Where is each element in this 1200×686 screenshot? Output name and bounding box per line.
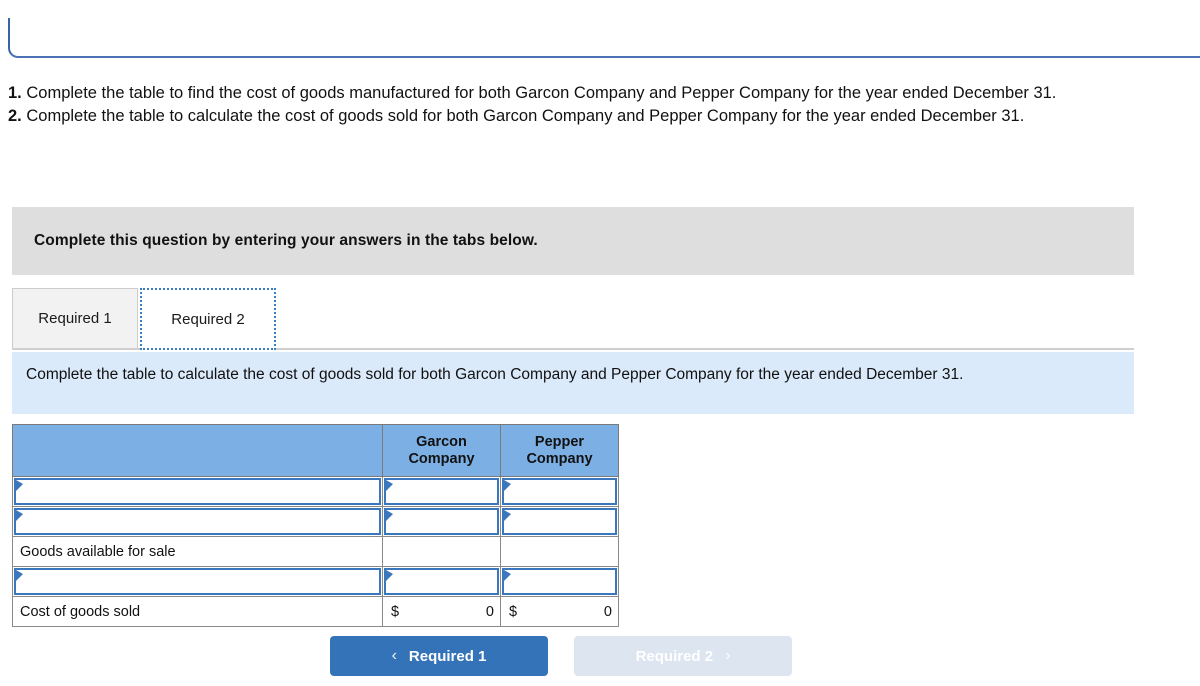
cost-of-goods-sold-label: Cost of goods sold (20, 603, 141, 620)
row3-garcon-value-wrap (383, 537, 500, 566)
row5-garcon-amount: 0 (485, 603, 494, 620)
tab-instruction-text: Complete the table to calculate the cost… (26, 366, 964, 383)
panel-bottom-rule (0, 0, 1200, 58)
requirements-list: 1. Complete the table to find the cost o… (8, 82, 1198, 128)
requirement-number-1: 1. (8, 84, 22, 102)
row5-garcon-cell: $ 0 (382, 596, 501, 627)
panel-border-curve (8, 18, 1200, 58)
table-row: Goods available for sale (12, 536, 619, 567)
wizard-navigation: ‹ Required 1 Required 2 › (0, 636, 1200, 678)
tab-required-2[interactable]: Required 2 (140, 288, 276, 350)
header-cell-garcon: Garcon Company (382, 424, 501, 477)
row5-garcon-currency: $ (391, 603, 400, 620)
dropdown-triangle-icon (504, 570, 511, 581)
row1-garcon-cell[interactable] (382, 476, 501, 507)
row3-label-cell: Goods available for sale (12, 536, 383, 567)
row4-pepper-dropdown[interactable] (502, 568, 617, 595)
tab-bar: Required 1 Required 2 (12, 288, 1134, 350)
row5-label-cell: Cost of goods sold (12, 596, 383, 627)
row2-pepper-cell[interactable] (500, 506, 619, 537)
row3-garcon-cell (382, 536, 501, 567)
row2-garcon-cell[interactable] (382, 506, 501, 537)
table-header-row: Garcon Company Pepper Company (12, 424, 619, 477)
worksheet-table: Garcon Company Pepper Company Goods avai… (12, 424, 619, 627)
row3-pepper-value-wrap (501, 537, 618, 566)
next-required-2-button[interactable]: Required 2 › (574, 636, 792, 676)
dropdown-triangle-icon (504, 480, 511, 491)
header-cell-blank (12, 424, 383, 477)
table-row: Cost of goods sold $ 0 $ 0 (12, 596, 619, 627)
row2-label-dropdown[interactable] (14, 508, 381, 535)
dropdown-triangle-icon (386, 570, 393, 581)
row2-pepper-dropdown[interactable] (502, 508, 617, 535)
requirement-item-2: 2. Complete the table to calculate the c… (8, 105, 1198, 128)
row5-garcon-total: $ 0 (383, 597, 500, 626)
row5-pepper-total: $ 0 (501, 597, 618, 626)
row5-pepper-currency: $ (509, 603, 518, 620)
next-required-2-label: Required 2 (635, 647, 714, 665)
table-row (12, 506, 619, 537)
row4-label-cell[interactable] (12, 566, 383, 597)
prev-required-1-button[interactable]: ‹ Required 1 (330, 636, 548, 676)
row1-pepper-dropdown[interactable] (502, 478, 617, 505)
row5-pepper-amount: 0 (603, 603, 612, 620)
tab-instruction-panel: Complete the table to calculate the cost… (12, 352, 1134, 414)
dropdown-triangle-icon (386, 480, 393, 491)
chevron-right-icon: › (725, 647, 731, 664)
row3-pepper-cell (500, 536, 619, 567)
table-row (12, 476, 619, 507)
dropdown-triangle-icon (504, 510, 511, 521)
row4-garcon-cell[interactable] (382, 566, 501, 597)
requirement-text-2: Complete the table to calculate the cost… (26, 107, 1025, 125)
requirement-item-1: 1. Complete the table to find the cost o… (8, 82, 1198, 105)
dropdown-triangle-icon (16, 480, 23, 491)
row2-garcon-dropdown[interactable] (384, 508, 499, 535)
row2-label-cell[interactable] (12, 506, 383, 537)
requirement-number-2: 2. (8, 107, 22, 125)
dropdown-triangle-icon (16, 570, 23, 581)
row5-pepper-cell: $ 0 (500, 596, 619, 627)
instruction-banner: Complete this question by entering your … (12, 207, 1134, 275)
prev-required-1-label: Required 1 (408, 647, 487, 665)
chevron-left-icon: ‹ (391, 647, 397, 664)
cost-of-goods-sold-worksheet: Garcon Company Pepper Company Goods avai… (12, 424, 619, 627)
dropdown-triangle-icon (16, 510, 23, 521)
row4-pepper-cell[interactable] (500, 566, 619, 597)
table-row (12, 566, 619, 597)
tab-required-2-label: Required 2 (171, 310, 245, 328)
row4-label-dropdown[interactable] (14, 568, 381, 595)
row1-label-cell[interactable] (12, 476, 383, 507)
goods-available-for-sale-label: Goods available for sale (20, 543, 176, 560)
requirement-text-1: Complete the table to find the cost of g… (26, 84, 1057, 102)
tab-required-1-label: Required 1 (38, 310, 112, 327)
row1-label-dropdown[interactable] (14, 478, 381, 505)
row1-pepper-cell[interactable] (500, 476, 619, 507)
instruction-banner-text: Complete this question by entering your … (34, 232, 538, 249)
dropdown-triangle-icon (386, 510, 393, 521)
row1-garcon-dropdown[interactable] (384, 478, 499, 505)
row4-garcon-dropdown[interactable] (384, 568, 499, 595)
tab-required-1[interactable]: Required 1 (12, 288, 138, 348)
header-cell-pepper: Pepper Company (500, 424, 619, 477)
